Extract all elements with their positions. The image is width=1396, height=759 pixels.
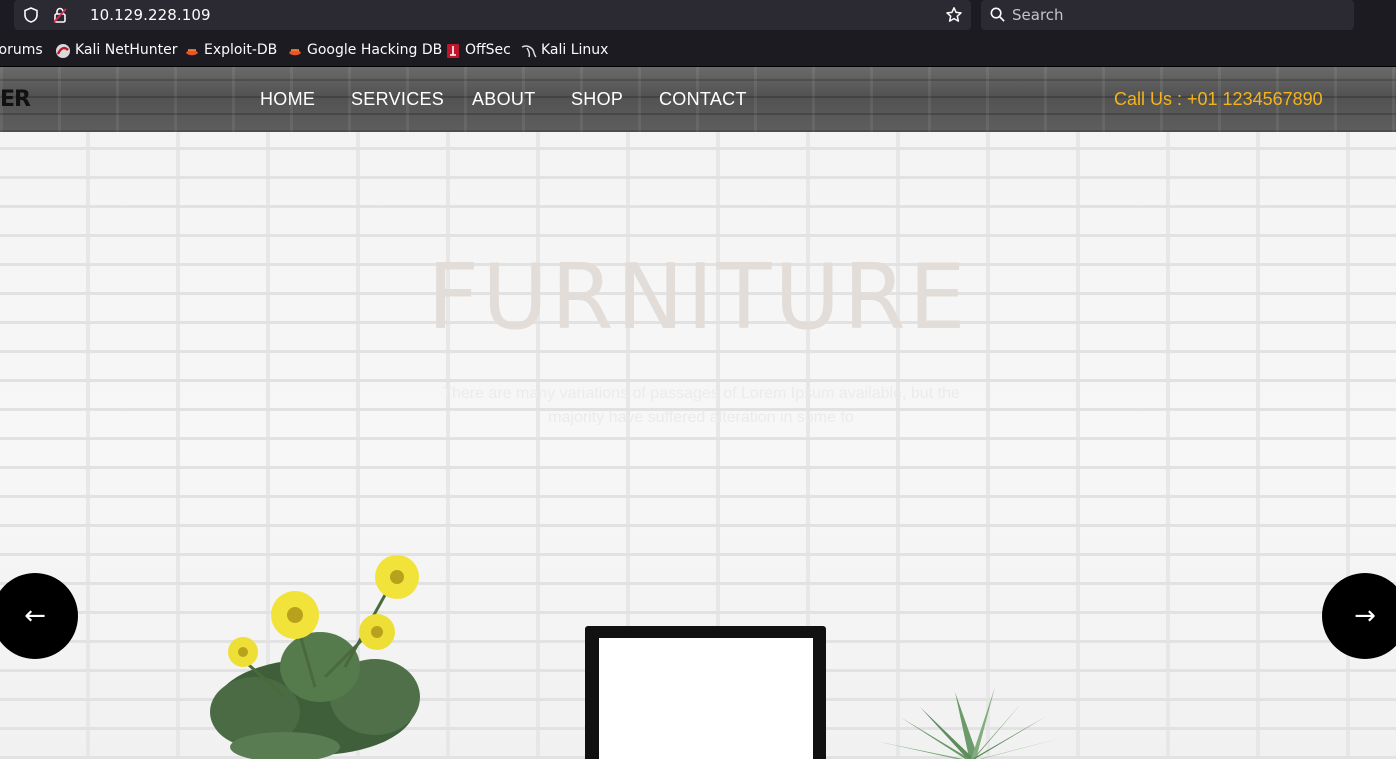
hero-subtitle: There are many variations of passages of… <box>442 385 960 426</box>
offsec-icon <box>447 44 459 58</box>
bookmark-label: Kali Linux <box>541 42 609 58</box>
site-header: ER HOME SERVICES ABOUT SHOP CONTACT Call… <box>0 67 1396 132</box>
nav-home[interactable]: HOME <box>260 89 315 110</box>
flower-plant-image <box>210 555 420 759</box>
exploitdb-icon <box>186 49 198 56</box>
bookmark-label: Google Hacking DB <box>307 42 443 58</box>
picture-frame-image <box>585 626 826 759</box>
ghdb-icon <box>289 49 301 56</box>
nav-shop[interactable]: SHOP <box>571 89 623 110</box>
address-bar[interactable]: 10.129.228.109 <box>14 0 971 30</box>
bookmark-star-icon[interactable] <box>945 6 963 24</box>
bookmark-label: Forums <box>0 42 43 58</box>
search-input[interactable]: Search <box>1012 6 1064 24</box>
insecure-lock-icon[interactable] <box>51 6 69 24</box>
web-page: ER HOME SERVICES ABOUT SHOP CONTACT Call… <box>0 67 1396 759</box>
browser-toolbar: 10.129.228.109 Search <box>0 0 1396 32</box>
hero-slider: FURNITURE There are many variations of p… <box>0 132 1396 759</box>
nav-contact[interactable]: CONTACT <box>659 89 747 110</box>
slider-next-button[interactable]: → <box>1322 573 1396 659</box>
site-logo[interactable]: ER <box>0 87 31 112</box>
nethunter-icon <box>56 44 70 58</box>
search-bar[interactable]: Search <box>981 0 1354 30</box>
bookmark-label: OffSec <box>465 42 511 58</box>
picture-frame-canvas <box>599 638 813 759</box>
call-us-phone[interactable]: Call Us : +01 1234567890 <box>1114 89 1323 110</box>
bookmark-label: Exploit-DB <box>204 42 278 58</box>
nav-services[interactable]: SERVICES <box>351 89 444 110</box>
nav-about[interactable]: ABOUT <box>472 89 536 110</box>
arrow-right-icon: → <box>1354 601 1376 631</box>
slider-prev-button[interactable]: ← <box>0 573 78 659</box>
search-icon <box>990 7 1005 22</box>
arrow-left-icon: ← <box>24 601 46 631</box>
succulent-plant-image <box>880 687 1065 759</box>
bookmarks-toolbar: Forums Kali NetHunter Exploit-DB Google … <box>0 35 1396 66</box>
kali-dragon-icon <box>521 45 537 58</box>
bookmark-label: Kali NetHunter <box>75 42 178 58</box>
hero-title: FURNITURE <box>427 245 969 350</box>
shield-icon[interactable] <box>22 6 40 24</box>
url-text[interactable]: 10.129.228.109 <box>90 6 211 24</box>
